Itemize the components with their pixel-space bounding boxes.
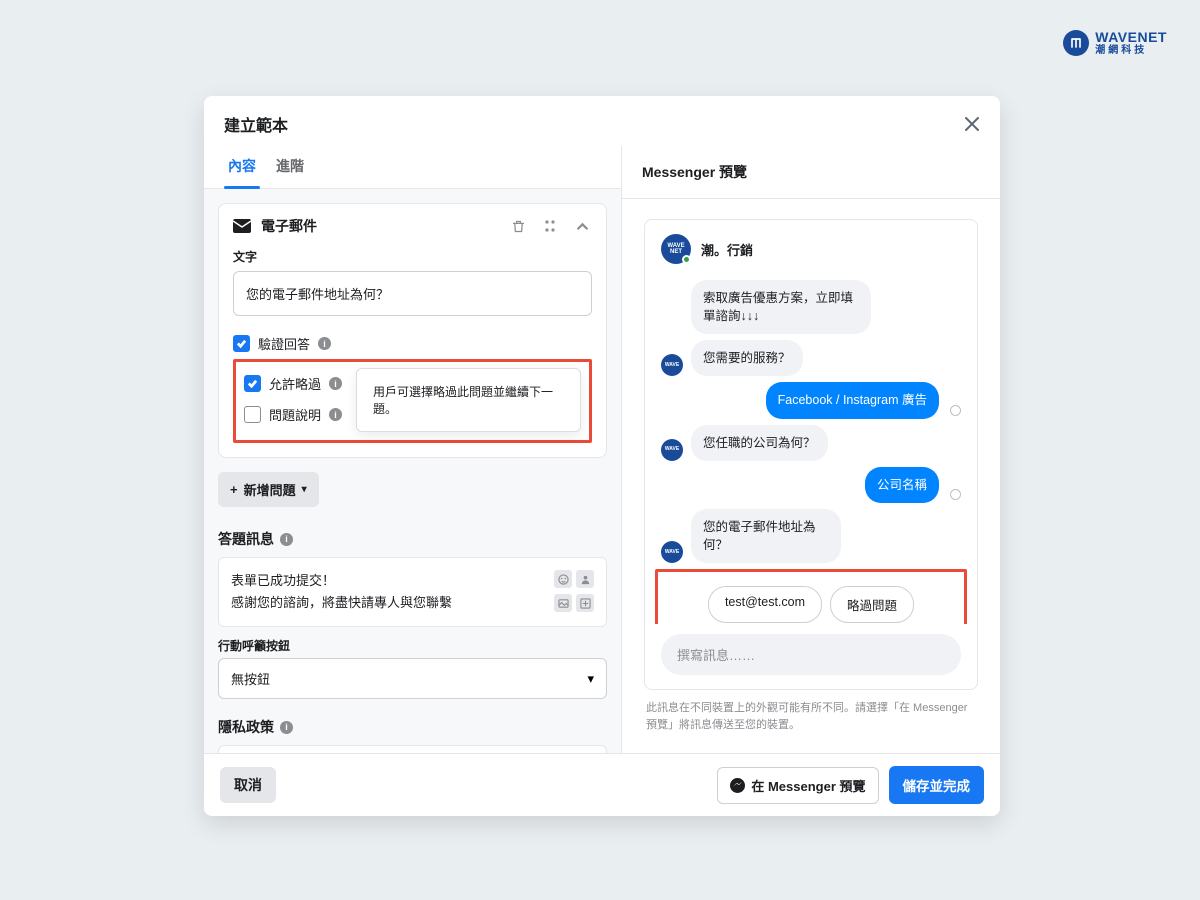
save-and-finish-button[interactable]: 儲存並完成 (889, 766, 985, 804)
cta-value: 無按鈕 (231, 669, 270, 688)
preview-button-label: 在 Messenger 預覽 (751, 776, 865, 795)
answer-line-1: 表單已成功提交！ (231, 570, 544, 592)
privacy-section-label: 隱私政策 i (218, 717, 607, 737)
bot-q3-bubble: 您的電子郵件地址為何？ (691, 509, 841, 563)
emoji-button[interactable] (554, 570, 572, 588)
sent-icon (950, 405, 961, 416)
add-question-button[interactable]: + 新增問題 ▾ (218, 472, 319, 507)
allow-skip-checkbox[interactable]: 允許略過 i (244, 368, 344, 399)
answer-section-label: 答題訊息 i (218, 529, 607, 549)
skip-label: 允許略過 (269, 374, 321, 393)
cancel-button[interactable]: 取消 (220, 767, 276, 803)
sent-icon (950, 489, 961, 500)
preview-title: Messenger 預覽 (622, 146, 1000, 199)
drag-handle[interactable] (540, 216, 560, 236)
compose-input[interactable]: 撰寫訊息…… (661, 634, 961, 675)
person-icon (580, 574, 591, 585)
preview-in-messenger-button[interactable]: 在 Messenger 預覽 (717, 767, 878, 804)
left-pane: 內容 進階 電子郵件 (204, 146, 622, 753)
modal-header: 建立範本 (204, 96, 1000, 146)
wavenet-logo: WAVENET 潮網科技 (1063, 30, 1167, 56)
caret-down-icon: ▾ (302, 484, 307, 495)
page-avatar-small: WAVE (661, 541, 683, 563)
page-name: 潮。行銷 (701, 240, 753, 259)
info-icon[interactable]: i (280, 533, 293, 546)
quick-reply-skip[interactable]: 略過問題 (830, 586, 914, 623)
person-button[interactable] (576, 570, 594, 588)
plus-icon: + (230, 482, 238, 497)
verify-answer-checkbox[interactable]: 驗證回答 i (233, 328, 592, 359)
trash-icon (511, 219, 526, 234)
modal-title: 建立範本 (224, 112, 980, 136)
info-icon[interactable]: i (329, 377, 342, 390)
grip-icon (543, 219, 557, 233)
image-icon (558, 598, 569, 609)
modal-footer: 取消 在 Messenger 預覽 儲存並完成 (204, 753, 1000, 816)
plus-square-icon (580, 598, 591, 609)
logo-title: WAVENET (1095, 30, 1167, 44)
chevron-up-icon (576, 220, 589, 233)
caret-down-icon: ▾ (587, 671, 594, 687)
messenger-preview: WAVENET 潮。行銷 索取廣告優惠方案，立即填單諮詢↓↓↓ WAVE 您需要… (644, 219, 978, 690)
bot-q1-bubble: 您需要的服務？ (691, 340, 803, 376)
info-icon[interactable]: i (318, 337, 331, 350)
user-a2-bubble: 公司名稱 (865, 467, 939, 503)
page-avatar-small: WAVE (661, 439, 683, 461)
cta-label: 行動呼籲按鈕 (218, 637, 607, 654)
messenger-icon (730, 778, 745, 793)
close-icon (965, 117, 979, 131)
annotation-highlight-allow-skip: 允許略過 i 問題說明 i 用戶可選擇略過此問題並繼續下一 (233, 359, 592, 443)
right-pane: Messenger 預覽 WAVENET 潮。行銷 索取廣告優惠方案，立即填單諮… (622, 146, 1000, 753)
envelope-icon (233, 219, 251, 233)
create-template-modal: 建立範本 內容 進階 電子郵件 (204, 96, 1000, 816)
verify-label: 驗證回答 (258, 334, 310, 353)
add-question-label: 新增問題 (244, 480, 296, 499)
checkbox-checked-icon (233, 335, 250, 352)
annotation-highlight-quick-replies: test@test.com 略過問題 (655, 569, 967, 624)
checkbox-unchecked-icon (244, 406, 261, 423)
privacy-label-text: 隱私政策 (218, 717, 274, 737)
card-title: 電子郵件 (261, 216, 498, 236)
image-button[interactable] (554, 594, 572, 612)
bot-intro-bubble: 索取廣告優惠方案，立即填單諮詢↓↓↓ (691, 280, 871, 334)
add-button[interactable] (576, 594, 594, 612)
page-avatar-small: WAVE (661, 354, 683, 376)
skip-tooltip: 用戶可選擇略過此問題並繼續下一題。 (356, 368, 581, 432)
cta-select[interactable]: 無按鈕 ▾ (218, 658, 607, 699)
tabs: 內容 進階 (204, 146, 621, 189)
answer-section-text: 答題訊息 (218, 529, 274, 549)
desc-label: 問題說明 (269, 405, 321, 424)
page-avatar: WAVENET (661, 234, 691, 264)
email-question-card: 電子郵件 文字 您的電子郵件地址為何？ 驗證回答 i (218, 203, 607, 458)
user-a1-bubble: Facebook / Instagram 廣告 (766, 382, 939, 418)
logo-subtitle: 潮網科技 (1095, 46, 1167, 56)
text-label: 文字 (233, 248, 592, 265)
delete-button[interactable] (508, 216, 528, 236)
question-desc-checkbox[interactable]: 問題說明 i (244, 399, 344, 430)
answer-message-card[interactable]: 表單已成功提交！ 感謝您的諮詢，將盡快請專人與您聯繫 (218, 557, 607, 627)
answer-card-actions (554, 570, 594, 614)
close-button[interactable] (958, 110, 986, 138)
wavenet-logo-mark (1063, 30, 1089, 56)
preview-footnote: 此訊息在不同裝置上的外觀可能有所不同。請選擇「在 Messenger 預覽」將訊… (644, 700, 978, 733)
bot-q2-bubble: 您任職的公司為何？ (691, 425, 828, 461)
tab-advanced[interactable]: 進階 (266, 146, 314, 188)
collapse-button[interactable] (572, 216, 592, 236)
checkbox-checked-icon (244, 375, 261, 392)
info-icon[interactable]: i (329, 408, 342, 421)
question-text-input[interactable]: 您的電子郵件地址為何？ (233, 271, 592, 316)
emoji-icon (558, 574, 569, 585)
answer-line-2: 感謝您的諮詢，將盡快請專人與您聯繫 (231, 592, 544, 614)
privacy-notice: 你已經為這個粉絲專頁接受 Facebook 的《名單型廣告條款》。 查看使用條款 (218, 745, 607, 753)
info-icon[interactable]: i (280, 721, 293, 734)
tab-content[interactable]: 內容 (218, 146, 266, 188)
quick-reply-email[interactable]: test@test.com (708, 586, 822, 623)
